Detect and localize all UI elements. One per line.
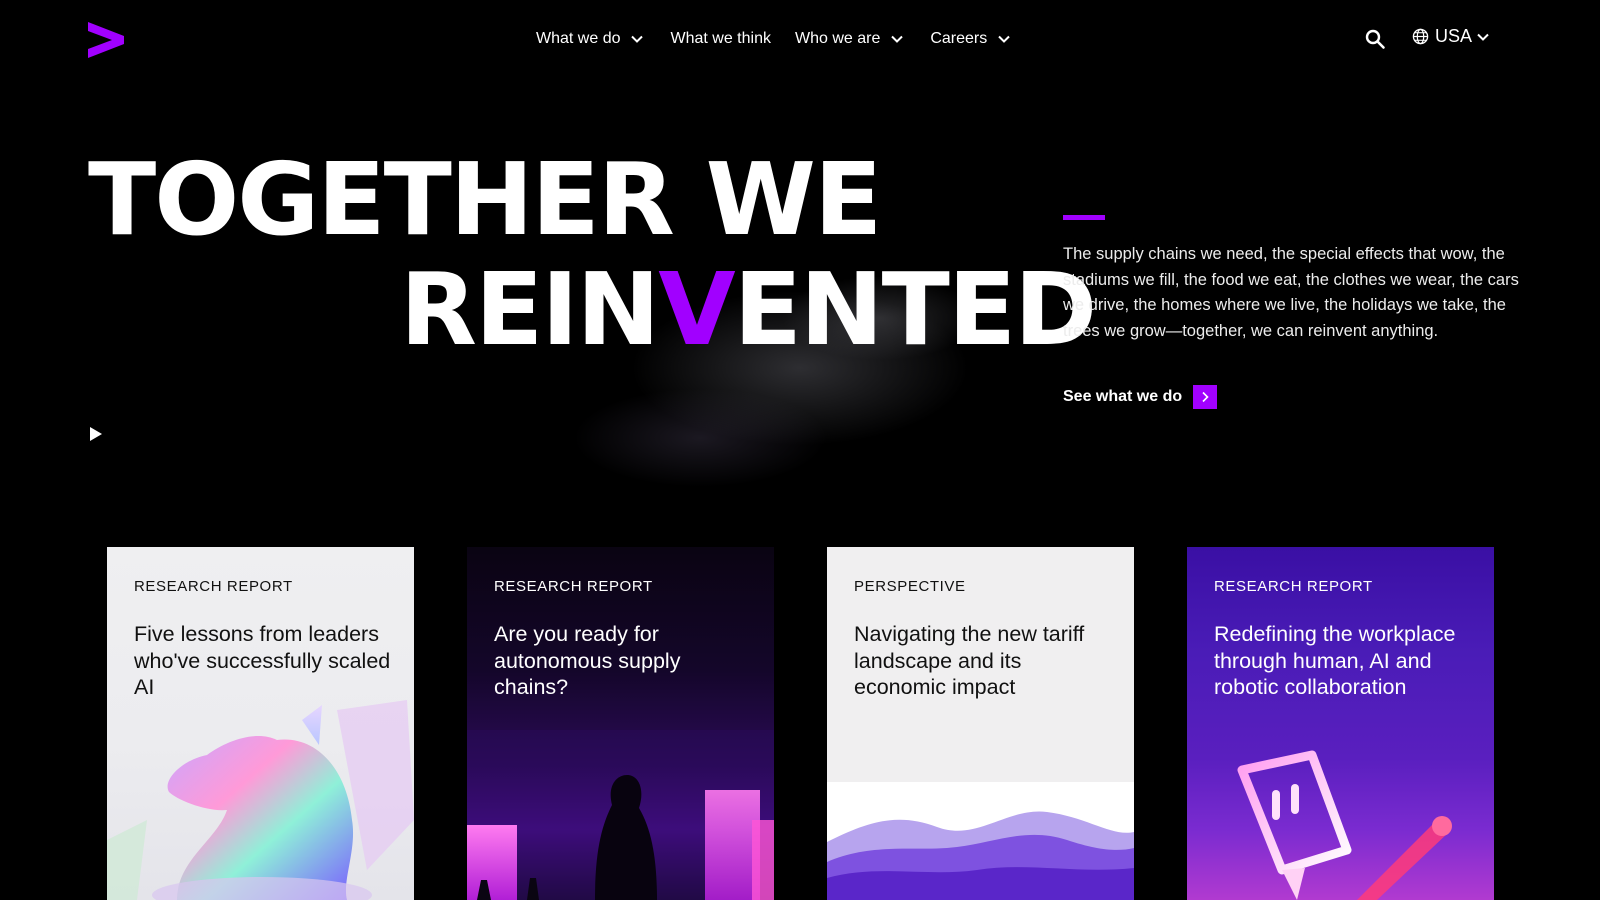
purple-mountains-illustration xyxy=(827,782,1134,900)
card-title: Are you ready for autonomous supply chai… xyxy=(494,622,681,699)
locale-label: USA xyxy=(1435,26,1473,46)
hero-section: TOGETHER WE REINVENTED The supply chains… xyxy=(0,78,1600,508)
chevron-down-icon xyxy=(631,35,644,43)
accent-divider xyxy=(1063,215,1105,220)
nav-what-we-think-label: What we think xyxy=(670,30,771,47)
play-icon[interactable] xyxy=(89,426,103,442)
main-nav: What we do What we think Who we are Care… xyxy=(536,24,1011,54)
card-tag: RESEARCH REPORT xyxy=(1214,578,1373,595)
chevron-down-icon xyxy=(998,35,1010,43)
headline-accent-letter: V xyxy=(658,251,735,368)
page: What we do What we think Who we are Care… xyxy=(0,0,1600,900)
robotic-chat-illustration xyxy=(1237,750,1452,900)
chevron-down-icon xyxy=(891,35,904,43)
globe-icon xyxy=(1412,28,1429,45)
card-title: Navigating the new tariff landscape and … xyxy=(854,622,1085,699)
neon-warehouse-illustration xyxy=(467,730,774,900)
card-autonomous-supply-chains[interactable]: RESEARCH REPORT Are you ready for autono… xyxy=(467,547,774,900)
card-tag: PERSPECTIVE xyxy=(854,578,966,595)
headline-part-before: REIN xyxy=(400,251,660,368)
nav-who-we-are-label: Who we are xyxy=(794,30,881,47)
nav-what-we-do[interactable]: What we do xyxy=(536,30,644,48)
card-tag: RESEARCH REPORT xyxy=(494,578,653,595)
card-workplace-collaboration[interactable]: RESEARCH REPORT Redefining the workplace… xyxy=(1187,547,1494,900)
nav-careers[interactable]: Careers xyxy=(930,30,1011,48)
nav-what-we-do-label: What we do xyxy=(536,30,621,47)
card-scaled-ai[interactable]: RESEARCH REPORT Five lessons from leader… xyxy=(107,547,414,900)
nav-what-we-think[interactable]: What we think xyxy=(670,30,770,48)
brand-logo-icon[interactable] xyxy=(88,22,124,58)
nav-who-we-are[interactable]: Who we are xyxy=(795,30,904,48)
hero-description: The supply chains we need, the special e… xyxy=(1063,245,1519,340)
nav-careers-label: Careers xyxy=(930,30,988,47)
chevron-down-icon xyxy=(1477,33,1489,41)
card-title: Five lessons from leaders who've success… xyxy=(134,622,391,699)
card-title: Redefining the workplace through human, … xyxy=(1214,622,1456,699)
card-tag: RESEARCH REPORT xyxy=(134,578,293,595)
hero-headline-line-1: TOGETHER WE xyxy=(88,141,882,258)
search-icon[interactable] xyxy=(1364,28,1386,50)
chess-horse-illustration xyxy=(107,700,414,900)
locale-selector[interactable]: USA xyxy=(1412,26,1490,47)
card-tariff-landscape[interactable]: PERSPECTIVE Navigating the new tariff la… xyxy=(827,547,1134,900)
see-what-we-do-link[interactable]: See what we do xyxy=(1063,385,1218,409)
cta-label: See what we do xyxy=(1063,388,1183,405)
site-header: What we do What we think Who we are Care… xyxy=(0,0,1600,78)
headline-part-after: ENTED xyxy=(733,251,1098,368)
chevron-right-icon xyxy=(1193,385,1218,409)
hero-headline-line-2: REINVENTED xyxy=(400,260,1097,360)
